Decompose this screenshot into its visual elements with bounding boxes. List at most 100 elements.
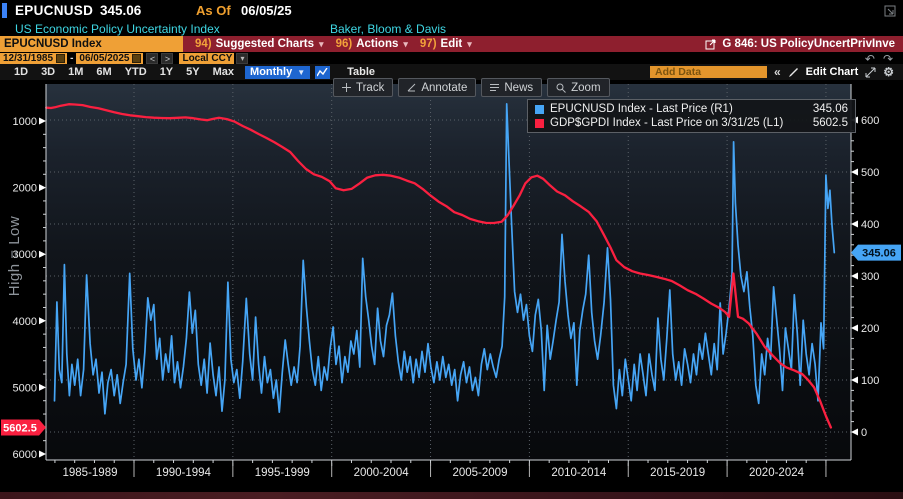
legend-row-epucnusd[interactable]: EPUCNUSD Index - Last Price (R1) 345.06 xyxy=(528,102,855,116)
series-swatch-blue xyxy=(535,104,544,114)
add-data-input[interactable]: Add Data xyxy=(649,66,767,78)
menu-label: Suggested Charts xyxy=(215,38,315,50)
pencil-icon[interactable] xyxy=(788,67,799,78)
svg-text:0: 0 xyxy=(861,427,867,439)
command-bar: EPUCNUSD Index 94) Suggested Charts ▾ 96… xyxy=(0,36,903,52)
svg-text:2015-2019: 2015-2019 xyxy=(650,467,705,479)
chevron-down-icon: ▾ xyxy=(319,38,324,49)
chevron-down-icon: ▼ xyxy=(297,67,306,77)
chevron-down-icon: ▾ xyxy=(467,38,472,49)
legend[interactable]: EPUCNUSD Index - Last Price (R1) 345.06 … xyxy=(527,99,856,133)
period-1d[interactable]: 1D xyxy=(14,66,28,78)
index-description: US Economic Policy Uncertainty Index xyxy=(15,22,220,36)
calendar-icon[interactable] xyxy=(56,54,66,63)
range-back-button[interactable]: < xyxy=(146,53,159,64)
magnifier-icon xyxy=(556,83,566,93)
calendar-icon[interactable] xyxy=(132,54,142,63)
annotate-button[interactable]: Annotate xyxy=(398,78,477,97)
svg-text:345.06: 345.06 xyxy=(862,248,896,260)
bottom-border xyxy=(0,492,903,499)
index-authors: Baker, Bloom & Davis xyxy=(330,22,447,36)
news-icon xyxy=(490,84,500,91)
menu-number: 96) xyxy=(335,38,353,50)
svg-text:2005-2009: 2005-2009 xyxy=(452,467,507,479)
svg-text:2020-2024: 2020-2024 xyxy=(749,467,805,479)
svg-text:1985-1989: 1985-1989 xyxy=(63,467,118,479)
inverted-axis-annotation: High = Low xyxy=(6,215,23,297)
expand-icon[interactable] xyxy=(865,67,876,78)
svg-text:400: 400 xyxy=(861,219,879,231)
menu-label: Actions xyxy=(356,38,399,50)
annotate-icon xyxy=(407,83,416,92)
period-3d[interactable]: 3D xyxy=(41,66,55,78)
security-field[interactable]: EPUCNUSD Index xyxy=(0,36,183,52)
currency-dropdown-icon[interactable]: ▾ xyxy=(236,53,249,64)
svg-text:2000-2004: 2000-2004 xyxy=(354,467,410,479)
zoom-label: Zoom xyxy=(571,81,601,94)
as-of-label: As Of xyxy=(196,3,231,18)
subtitle-bar: US Economic Policy Uncertainty Index Bak… xyxy=(0,22,903,36)
range-bar: 12/31/1985 - 06/05/2025 < > Local CCY ▾ … xyxy=(0,52,903,66)
svg-text:2000: 2000 xyxy=(13,183,37,195)
currency-field[interactable]: Local CCY xyxy=(179,53,235,64)
gear-icon[interactable]: ⚙ xyxy=(883,65,894,79)
table-button[interactable]: Table xyxy=(347,66,375,78)
chart-toolbar: Track Annotate News Zoom xyxy=(333,78,610,97)
svg-text:1990-1994: 1990-1994 xyxy=(156,467,212,479)
menu-number: 97) xyxy=(419,38,437,50)
period-1y[interactable]: 1Y xyxy=(160,66,173,78)
svg-text:5602.5: 5602.5 xyxy=(3,423,37,435)
start-date-value: 12/31/1985 xyxy=(3,53,54,64)
annotate-label: Annotate xyxy=(421,81,468,94)
end-date-field[interactable]: 06/05/2025 xyxy=(76,53,144,64)
plot-background[interactable] xyxy=(46,84,851,460)
legend-label: EPUCNUSD Index - Last Price (R1) xyxy=(550,103,733,115)
end-date-value: 06/05/2025 xyxy=(79,53,130,64)
svg-text:100: 100 xyxy=(861,375,879,387)
news-button[interactable]: News xyxy=(481,78,543,97)
track-icon xyxy=(342,83,351,92)
svg-text:500: 500 xyxy=(861,167,879,179)
zoom-button[interactable]: Zoom xyxy=(547,78,610,97)
svg-text:2010-2014: 2010-2014 xyxy=(551,467,607,479)
export-icon xyxy=(705,39,716,49)
start-date-field[interactable]: 12/31/1985 xyxy=(0,53,68,64)
svg-text:5000: 5000 xyxy=(13,382,37,394)
menu-actions[interactable]: 96) Actions ▾ xyxy=(336,38,408,50)
as-of-date: 06/05/25 xyxy=(241,3,292,18)
collapse-icon[interactable]: « xyxy=(774,65,781,79)
pop-out-icon[interactable] xyxy=(884,4,896,22)
news-label: News xyxy=(504,81,534,94)
chart-tag-label: G 846: US PolicyUncertPrivInve xyxy=(722,38,895,50)
svg-text:600: 600 xyxy=(861,115,879,127)
chart-type-button[interactable] xyxy=(315,65,331,79)
svg-text:6000: 6000 xyxy=(13,449,37,461)
menu-label: Edit xyxy=(440,38,463,50)
period-ytd[interactable]: YTD xyxy=(125,66,147,78)
track-button[interactable]: Track xyxy=(333,78,394,97)
svg-text:4000: 4000 xyxy=(13,316,37,328)
last-price: 345.06 xyxy=(100,3,142,18)
svg-text:1000: 1000 xyxy=(13,116,37,128)
range-separator: - xyxy=(70,53,74,64)
range-forward-button[interactable]: > xyxy=(161,53,174,64)
menu-edit[interactable]: 97) Edit ▾ xyxy=(420,38,472,50)
edit-chart-button[interactable]: Edit Chart xyxy=(806,66,859,78)
frequency-dropdown[interactable]: Monthly ▼ xyxy=(245,65,311,79)
line-chart-icon xyxy=(317,67,328,76)
period-1m[interactable]: 1M xyxy=(68,66,83,78)
period-6m[interactable]: 6M xyxy=(96,66,111,78)
svg-text:300: 300 xyxy=(861,271,879,283)
legend-value: 345.06 xyxy=(812,103,848,115)
menu-suggested-charts[interactable]: 94) Suggested Charts ▾ xyxy=(195,38,324,50)
chart-tools: Add Data « Edit Chart ⚙ xyxy=(649,65,903,79)
legend-row-gdpgpdi[interactable]: GDP$GPDI Index - Last Price on 3/31/25 (… xyxy=(528,116,855,130)
series-swatch-red xyxy=(535,118,544,128)
chart-canvas[interactable]: 1000200030004000500060006005004003002001… xyxy=(0,80,903,492)
chart-tag-area[interactable]: G 846: US PolicyUncertPrivInve xyxy=(705,38,903,50)
period-max[interactable]: Max xyxy=(213,66,234,78)
period-5y[interactable]: 5Y xyxy=(186,66,199,78)
track-label: Track xyxy=(356,81,385,94)
red-price-tag: 5602.5 xyxy=(1,419,46,436)
menu-number: 94) xyxy=(195,38,212,50)
